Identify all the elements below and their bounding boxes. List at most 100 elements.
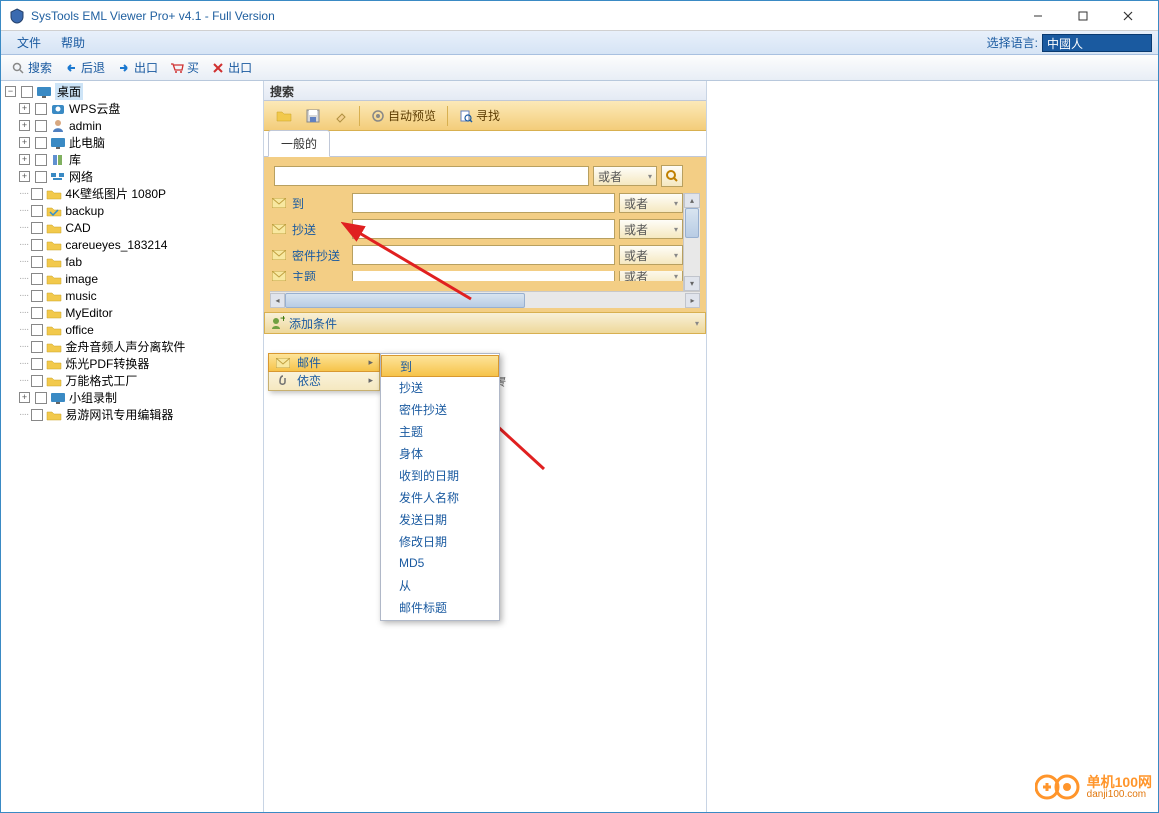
language-select[interactable]: 中國人	[1042, 34, 1152, 52]
mail-field-option[interactable]: 邮件标题	[381, 596, 499, 618]
auto-preview-button[interactable]: 自动预览	[365, 103, 442, 128]
erase-button[interactable]	[328, 105, 354, 127]
criteria-input-bcc[interactable]	[352, 245, 615, 265]
tree-item[interactable]: ····office	[1, 321, 263, 338]
save-button[interactable]	[300, 105, 326, 127]
search-go-button[interactable]	[661, 165, 683, 187]
toolbar-search[interactable]: 搜索	[7, 57, 56, 78]
tree-item-label: CAD	[65, 221, 90, 235]
tree-item[interactable]: ····烁光PDF转换器	[1, 355, 263, 372]
mail-field-option[interactable]: 抄送	[381, 376, 499, 398]
criteria-vscroll[interactable]: ▴ ▾	[683, 193, 700, 291]
tree-item-label: fab	[65, 255, 82, 269]
find-button[interactable]: 寻找	[453, 103, 506, 128]
tree-item[interactable]: ····backup	[1, 202, 263, 219]
toolbar-buy[interactable]: 买	[166, 57, 203, 78]
menu-help[interactable]: 帮助	[51, 32, 95, 53]
mail-field-option[interactable]: 密件抄送	[381, 398, 499, 420]
collapse-icon[interactable]: −	[5, 86, 16, 97]
mail-fields-menu[interactable]: 到抄送密件抄送主题身体收到的日期发件人名称发送日期修改日期MD5从邮件标题	[380, 353, 500, 621]
mail-field-option[interactable]: MD5	[381, 552, 499, 574]
expand-icon[interactable]: +	[19, 171, 30, 182]
tree-item[interactable]: +此电脑	[1, 134, 263, 151]
tree-item[interactable]: ····4K壁纸图片 1080P	[1, 185, 263, 202]
tree-checkbox[interactable]	[31, 273, 43, 285]
mail-field-option[interactable]: 身体	[381, 442, 499, 464]
tree-checkbox[interactable]	[31, 205, 43, 217]
criteria-combo-or[interactable]: 或者	[619, 245, 683, 265]
tree-item[interactable]: +库	[1, 151, 263, 168]
tree-checkbox[interactable]	[31, 290, 43, 302]
mail-field-option[interactable]: 修改日期	[381, 530, 499, 552]
tree-item[interactable]: +admin	[1, 117, 263, 134]
toolbar-exit-1[interactable]: 出口	[113, 57, 162, 78]
mail-field-option[interactable]: 从	[381, 574, 499, 596]
tree-item[interactable]: ····careueyes_183214	[1, 236, 263, 253]
tree-checkbox[interactable]	[31, 307, 43, 319]
tab-general[interactable]: 一般的	[268, 130, 330, 157]
folder-icon	[46, 255, 62, 269]
tree-item[interactable]: +小组录制	[1, 389, 263, 406]
tree-checkbox[interactable]	[31, 188, 43, 200]
tree-item[interactable]: ····image	[1, 270, 263, 287]
expand-icon[interactable]: +	[19, 154, 30, 165]
tree-item[interactable]: ····万能格式工厂	[1, 372, 263, 389]
maximize-button[interactable]	[1060, 2, 1105, 30]
submenu-mail[interactable]: 邮件	[268, 353, 380, 372]
tree-checkbox[interactable]	[35, 137, 47, 149]
expand-icon[interactable]: +	[19, 392, 30, 403]
submenu-attachment[interactable]: 依恋	[269, 371, 379, 390]
folder-tree[interactable]: − 桌面 + WPS云盘+admin+此电脑+库+网络····4K壁纸图片 108…	[1, 81, 264, 812]
add-condition-button[interactable]: + 添加条件	[264, 312, 706, 334]
minimize-button[interactable]	[1015, 2, 1060, 30]
tree-checkbox[interactable]	[31, 375, 43, 387]
criteria-input-cc[interactable]	[352, 219, 615, 239]
mail-field-option[interactable]: 收到的日期	[381, 464, 499, 486]
tree-checkbox[interactable]	[31, 409, 43, 421]
open-folder-button[interactable]	[270, 105, 298, 127]
tree-checkbox[interactable]	[35, 392, 47, 404]
tree-checkbox[interactable]	[31, 341, 43, 353]
tree-item[interactable]: + WPS云盘	[1, 100, 263, 117]
tree-item[interactable]: ····金舟音频人声分离软件	[1, 338, 263, 355]
tree-item[interactable]: ····music	[1, 287, 263, 304]
toolbar-exit-2[interactable]: 出口	[207, 57, 256, 78]
expand-icon[interactable]: +	[19, 120, 30, 131]
menu-file[interactable]: 文件	[7, 32, 51, 53]
close-button[interactable]	[1105, 2, 1150, 30]
tree-checkbox[interactable]	[31, 256, 43, 268]
tree-checkbox[interactable]	[35, 171, 47, 183]
criteria-input-to[interactable]	[352, 193, 615, 213]
tree-checkbox[interactable]	[35, 154, 47, 166]
tree-item[interactable]: ···· CAD	[1, 219, 263, 236]
tree-checkbox[interactable]	[31, 239, 43, 251]
tree-checkbox[interactable]	[35, 120, 47, 132]
criteria-combo-or[interactable]: 或者	[619, 219, 683, 239]
criteria-hscroll[interactable]: ◂ ▸	[270, 291, 700, 308]
tree-item[interactable]: ····MyEditor	[1, 304, 263, 321]
mail-field-option[interactable]: 主题	[381, 420, 499, 442]
tree-item[interactable]: +网络	[1, 168, 263, 185]
tree-item[interactable]: ····fab	[1, 253, 263, 270]
mail-field-option[interactable]: 到	[381, 355, 499, 377]
mail-field-option[interactable]: 发件人名称	[381, 486, 499, 508]
tree-checkbox[interactable]	[31, 324, 43, 336]
main-search-input[interactable]	[274, 166, 589, 186]
tree-connector: ····	[19, 222, 28, 233]
tree-root[interactable]: − 桌面	[1, 83, 263, 100]
criteria-input-subject[interactable]	[352, 271, 615, 281]
tree-item-label: WPS云盘	[69, 100, 120, 117]
tree-checkbox[interactable]	[21, 86, 33, 98]
tree-item[interactable]: ····易游网讯专用编辑器	[1, 406, 263, 423]
expand-icon[interactable]: +	[19, 137, 30, 148]
main-combo-or[interactable]: 或者	[593, 166, 657, 186]
expand-icon[interactable]: +	[19, 103, 30, 114]
tree-checkbox[interactable]	[31, 358, 43, 370]
tree-checkbox[interactable]	[35, 103, 47, 115]
toolbar-back[interactable]: 后退	[60, 57, 109, 78]
add-condition-menu[interactable]: 邮件 依恋	[268, 353, 380, 391]
criteria-combo-or[interactable]: 或者	[619, 271, 683, 281]
mail-field-option[interactable]: 发送日期	[381, 508, 499, 530]
criteria-combo-or[interactable]: 或者	[619, 193, 683, 213]
tree-checkbox[interactable]	[31, 222, 43, 234]
